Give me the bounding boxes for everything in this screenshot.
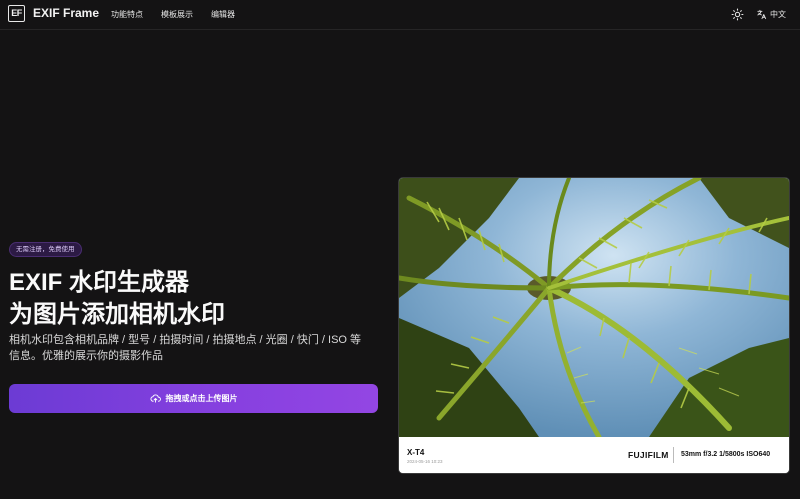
nav-editor[interactable]: 编辑器 (211, 9, 235, 20)
nav-features[interactable]: 功能特点 (111, 9, 143, 20)
capture-datetime: 2024-05-16 10:23 (407, 459, 443, 464)
top-navbar: EF EXIF Frame 功能特点 模板展示 编辑器 中文 (0, 0, 800, 30)
nav-templates[interactable]: 模板展示 (161, 9, 193, 20)
hero-description: 相机水印包含相机品牌 / 型号 / 拍摄时间 / 拍摄地点 / 光圈 / 快门 … (9, 334, 362, 362)
language-label: 中文 (770, 9, 786, 19)
sample-photo (399, 178, 789, 437)
divider (673, 447, 674, 463)
free-badge: 无需注册，免费使用 (9, 242, 82, 257)
sun-icon (731, 8, 744, 21)
exif-info-bar: X-T4 2024-05-16 10:23 FUJIFILM 53mm f/3.… (399, 437, 789, 473)
upload-button[interactable]: 拖拽或点击上传图片 (9, 384, 378, 413)
theme-toggle-button[interactable] (731, 8, 744, 21)
preview-card: X-T4 2024-05-16 10:23 FUJIFILM 53mm f/3.… (399, 178, 789, 473)
exposure-params: 53mm f/3.2 1/5800s ISO640 (681, 451, 771, 458)
upload-label: 拖拽或点击上传图片 (165, 394, 238, 403)
hero-subtitle: 为图片添加相机水印 (9, 301, 225, 328)
upload-cloud-icon (149, 394, 161, 403)
logo-icon[interactable]: EF (8, 5, 25, 22)
language-switcher[interactable]: 中文 (756, 7, 786, 21)
camera-model: X-T4 (407, 448, 425, 457)
camera-brand-logo: FUJIFILM (628, 450, 669, 460)
app-name[interactable]: EXIF Frame (33, 6, 99, 20)
translate-icon (757, 9, 767, 19)
hero-title: EXIF 水印生成器 (9, 269, 190, 296)
